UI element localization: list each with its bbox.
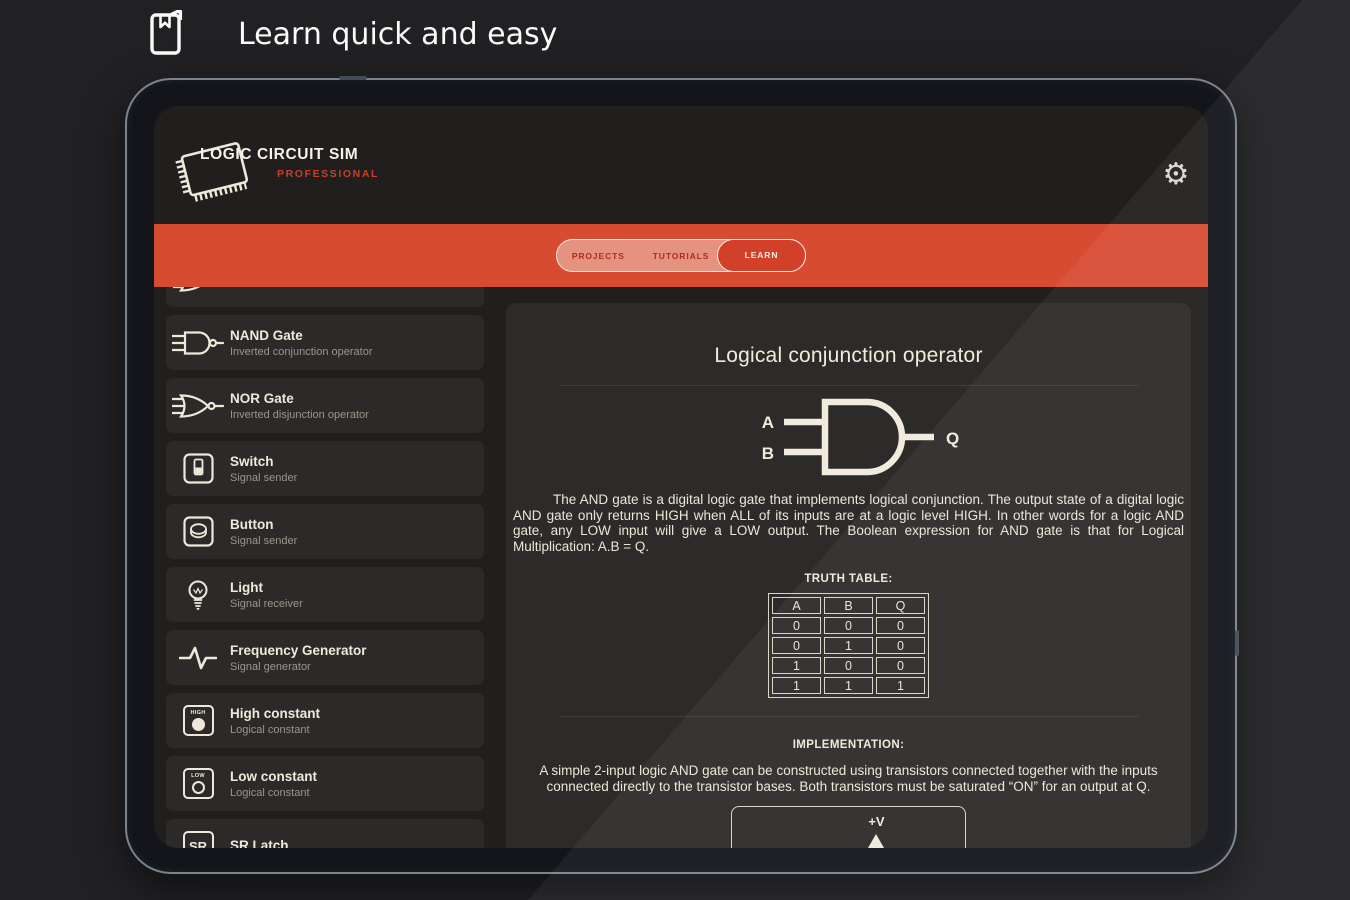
table-cell: 1: [824, 677, 873, 694]
gate-input-b-label: B: [761, 444, 773, 463]
settings-button[interactable]: ⚙: [1156, 154, 1196, 194]
sr-latch-icon: SR: [166, 831, 230, 848]
item-subtitle: Inverted conjunction operator: [230, 346, 372, 358]
table-header-cell: Q: [876, 597, 925, 614]
implementation-text: A simple 2-input logic AND gate can be c…: [526, 763, 1171, 795]
supply-voltage-label: +V: [868, 814, 884, 829]
list-item-switch[interactable]: Switch Signal sender: [166, 441, 484, 496]
page-title: Logical conjunction operator: [506, 344, 1191, 368]
item-subtitle: Signal sender: [230, 535, 297, 547]
promo-title: Learn quick and easy: [238, 17, 557, 52]
item-title: Button: [230, 517, 297, 532]
frequency-generator-icon: [166, 645, 230, 671]
table-cell: 0: [876, 637, 925, 654]
app-screen: LOGIC CIRCUIT SIM PROFESSIONAL ⚙ PROJECT…: [154, 106, 1208, 848]
table-header-cell: B: [824, 597, 873, 614]
truth-table: A B Q 0 0 0 0 1 0 1: [768, 593, 929, 698]
list-item-nor-gate[interactable]: NOR Gate Inverted disjunction operator: [166, 378, 484, 433]
table-cell: 1: [772, 677, 821, 694]
implementation-heading: IMPLEMENTATION:: [506, 739, 1191, 751]
tablet-mockup: LOGIC CIRCUIT SIM PROFESSIONAL ⚙ PROJECT…: [125, 78, 1237, 874]
table-row: 1 1 1: [772, 677, 925, 694]
item-title: NAND Gate: [230, 328, 372, 343]
gear-icon: ⚙: [1163, 157, 1190, 192]
divider: [559, 385, 1139, 386]
table-cell: 0: [772, 637, 821, 654]
learn-content-panel: Logical conjunction operator A B Q The A…: [506, 303, 1191, 848]
nav-tab-group: PROJECTS TUTORIALS LEARN: [556, 239, 806, 272]
list-item-sr-latch[interactable]: SR SR Latch: [166, 819, 484, 848]
list-item-button[interactable]: Button Signal sender: [166, 504, 484, 559]
promo-canvas: Learn quick and easy LOGIC CIRCUIT SIM P…: [0, 0, 1350, 900]
tab-tutorials[interactable]: TUTORIALS: [640, 240, 723, 271]
icon-label: LOW: [191, 773, 205, 779]
book-icon: [146, 10, 186, 58]
light-bulb-icon: [166, 579, 230, 611]
list-item-frequency-generator[interactable]: Frequency Generator Signal generator: [166, 630, 484, 685]
tab-projects[interactable]: PROJECTS: [557, 240, 640, 271]
nor-gate-icon: [166, 392, 230, 420]
list-item-nand-gate[interactable]: NAND Gate Inverted conjunction operator: [166, 315, 484, 370]
switch-icon: [166, 453, 230, 484]
sidebar-gate-list[interactable]: Logical disjunction operator NAND Gate I…: [166, 252, 484, 848]
icon-label: HIGH: [191, 710, 206, 716]
nav-bar: PROJECTS TUTORIALS LEARN: [154, 224, 1208, 287]
implementation-circuit-box: +V: [731, 806, 966, 848]
divider: [559, 716, 1139, 717]
tablet-top-button: [339, 76, 367, 80]
table-cell: 1: [824, 637, 873, 654]
table-cell: 0: [876, 657, 925, 674]
gate-input-a-label: A: [761, 413, 773, 432]
item-title: Low constant: [230, 769, 317, 784]
low-constant-icon: LOW: [166, 768, 230, 799]
table-header-cell: A: [772, 597, 821, 614]
item-subtitle: Inverted disjunction operator: [230, 409, 369, 421]
list-item-low-constant[interactable]: LOW Low constant Logical constant: [166, 756, 484, 811]
table-row: A B Q: [772, 597, 925, 614]
up-arrow-icon: [867, 834, 885, 848]
tab-learn[interactable]: LEARN: [717, 239, 806, 272]
table-row: 0 1 0: [772, 637, 925, 654]
item-subtitle: Signal sender: [230, 472, 297, 484]
item-title: High constant: [230, 706, 320, 721]
app-logo-title: LOGIC CIRCUIT SIM: [200, 146, 358, 164]
item-subtitle: Logical constant: [230, 724, 320, 736]
list-item-high-constant[interactable]: HIGH High constant Logical constant: [166, 693, 484, 748]
table-cell: 0: [824, 657, 873, 674]
item-title: SR Latch: [230, 838, 289, 849]
table-cell: 0: [876, 617, 925, 634]
item-subtitle: Signal receiver: [230, 598, 303, 610]
high-constant-icon: HIGH: [166, 705, 230, 736]
app-logo-subtitle: PROFESSIONAL: [277, 168, 379, 180]
and-gate-figure: A B Q: [506, 394, 1191, 486]
item-title: NOR Gate: [230, 391, 369, 406]
table-cell: 1: [772, 657, 821, 674]
item-title: Frequency Generator: [230, 643, 367, 658]
button-icon: [166, 516, 230, 547]
table-row: 1 0 0: [772, 657, 925, 674]
nand-gate-icon: [166, 329, 230, 357]
table-cell: 1: [876, 677, 925, 694]
item-subtitle: Signal generator: [230, 661, 367, 673]
item-subtitle: Logical constant: [230, 787, 317, 799]
truth-table-heading: TRUTH TABLE:: [506, 573, 1191, 585]
promo-header: Learn quick and easy: [146, 10, 557, 58]
table-cell: 0: [824, 617, 873, 634]
gate-output-q-label: Q: [946, 429, 959, 448]
item-title: Switch: [230, 454, 297, 469]
list-item-light[interactable]: Light Signal receiver: [166, 567, 484, 622]
table-row: 0 0 0: [772, 617, 925, 634]
gate-description: The AND gate is a digital logic gate tha…: [513, 492, 1184, 554]
icon-label: SR: [189, 839, 207, 848]
item-title: Light: [230, 580, 303, 595]
table-cell: 0: [772, 617, 821, 634]
tablet-side-button: [1235, 630, 1239, 656]
